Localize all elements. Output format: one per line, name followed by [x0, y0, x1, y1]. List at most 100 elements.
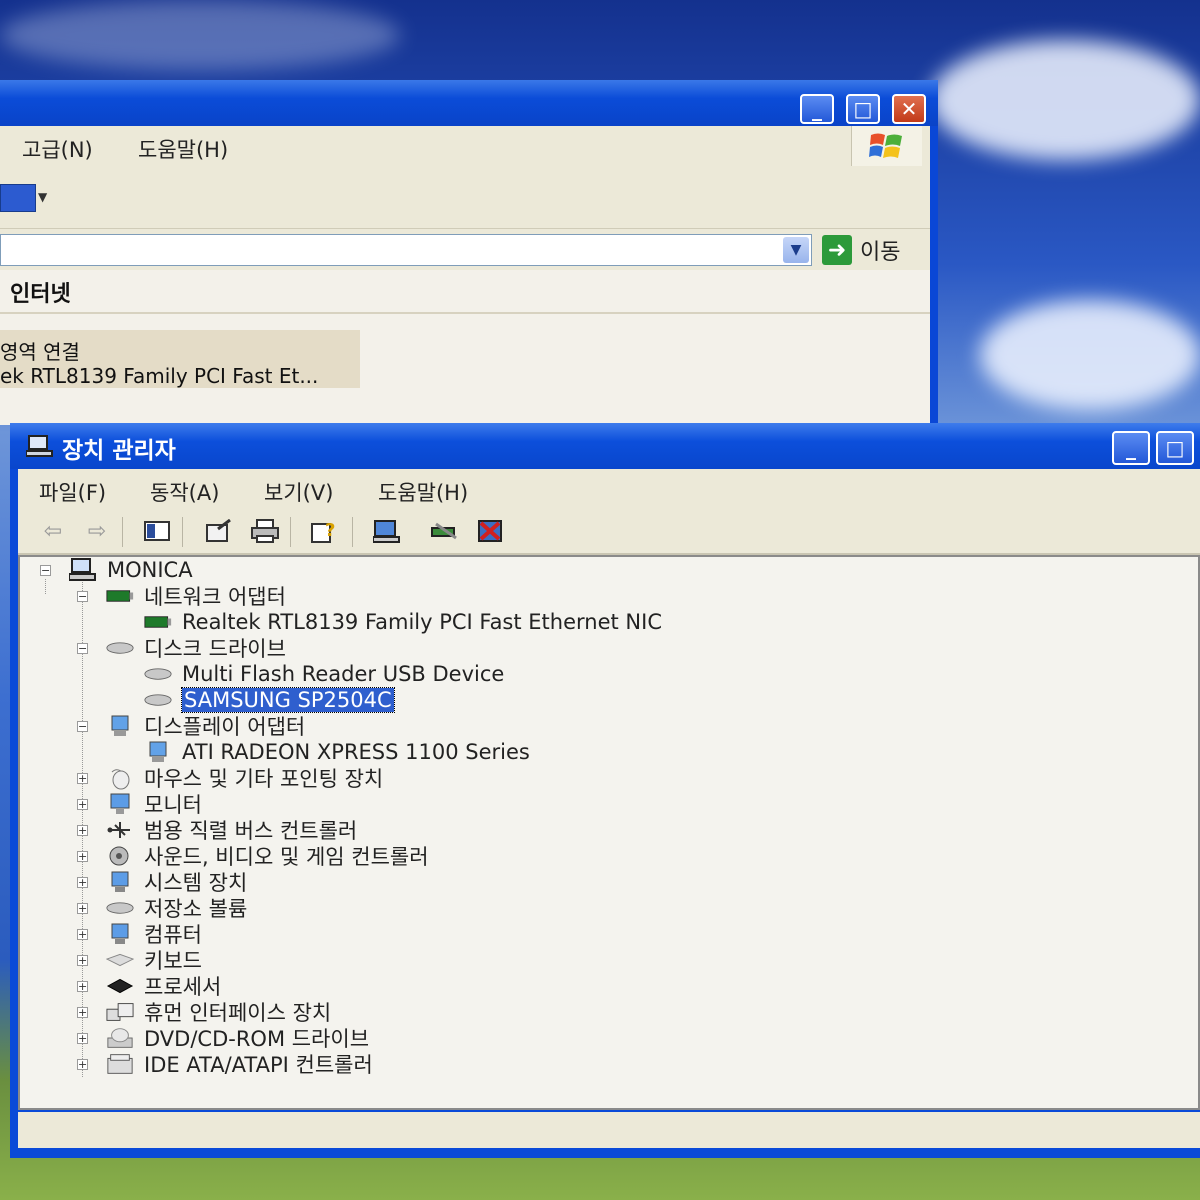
menu-file[interactable]: 파일(F)	[39, 477, 106, 507]
tree-node-processors[interactable]: + 프로세서	[77, 973, 221, 999]
update-driver-icon[interactable]	[430, 517, 460, 545]
tree-node-dvd-cdrom[interactable]: + DVD/CD-ROM 드라이브	[77, 1025, 369, 1051]
collapse-icon[interactable]: −	[77, 642, 88, 654]
svg-text:?: ?	[325, 520, 335, 541]
background-window-toolbar: ▼	[0, 166, 930, 228]
tree-node-sound[interactable]: + 사운드, 비디오 및 게임 컨트롤러	[77, 843, 429, 869]
address-input[interactable]: ▼	[0, 234, 812, 266]
collapse-icon[interactable]: −	[40, 564, 51, 576]
menu-view[interactable]: 보기(V)	[264, 477, 333, 507]
sound-icon	[106, 844, 134, 868]
views-dropdown-arrow-icon[interactable]: ▼	[38, 190, 47, 204]
tree-node-monitor[interactable]: + 모니터	[77, 791, 202, 817]
tree-label: ATI RADEON XPRESS 1100 Series	[182, 740, 530, 764]
tree-label: 네트워크 어댑터	[144, 585, 286, 609]
device-tree[interactable]: − MONICA − 네트워크 어댑터 Realtek RTL8139 Fami…	[18, 555, 1200, 1110]
tree-node-network-adapters[interactable]: − 네트워크 어댑터	[77, 583, 286, 609]
tree-node-disk-device-selected[interactable]: SAMSUNG SP2504C	[144, 687, 395, 713]
menu-help[interactable]: 도움말(H)	[138, 134, 228, 164]
connection-device: ek RTL8139 Family PCI Fast Et...	[0, 364, 319, 388]
tree-node-system-devices[interactable]: + 시스템 장치	[77, 869, 247, 895]
views-icon[interactable]	[0, 184, 36, 212]
collapse-icon[interactable]: −	[77, 720, 88, 732]
properties-icon[interactable]	[204, 517, 234, 545]
expand-icon[interactable]: +	[77, 928, 88, 940]
minimize-button[interactable]: _	[800, 94, 834, 124]
mouse-icon	[106, 766, 134, 790]
expand-icon[interactable]: +	[77, 902, 88, 914]
menu-action[interactable]: 동작(A)	[150, 477, 219, 507]
tree-node-display-adapters[interactable]: − 디스플레이 어댑터	[77, 713, 305, 739]
usb-icon	[106, 818, 134, 842]
scan-hardware-icon[interactable]	[372, 517, 402, 545]
expand-icon[interactable]: +	[77, 954, 88, 966]
collapse-icon[interactable]: −	[77, 590, 88, 602]
expand-icon[interactable]: +	[77, 1058, 88, 1070]
cloud	[980, 300, 1200, 410]
tree-node-display-device[interactable]: ATI RADEON XPRESS 1100 Series	[144, 739, 530, 765]
uninstall-icon[interactable]	[476, 517, 506, 545]
tree-node-hid[interactable]: + 휴먼 인터페이스 장치	[77, 999, 331, 1025]
windows-logo-icon	[851, 126, 922, 166]
device-manager-titlebar: 장치 관리자 _ □	[10, 423, 1200, 469]
tree-label: Realtek RTL8139 Family PCI Fast Ethernet…	[182, 610, 662, 634]
expand-icon[interactable]: +	[77, 980, 88, 992]
computer-icon	[69, 558, 97, 582]
device-manager-icon	[25, 434, 54, 462]
tree-node-usb-controllers[interactable]: + 범용 직렬 버스 컨트롤러	[77, 817, 357, 843]
window-title: 장치 관리자	[62, 438, 176, 464]
background-window: _ □ ✕ 고급(N) 도움말(H) ▼ ▼ ➜ 이동 인터넷 영역 연결 ek…	[0, 80, 938, 425]
tree-node-disk-device[interactable]: Multi Flash Reader USB Device	[144, 661, 504, 687]
expand-icon[interactable]: +	[77, 798, 88, 810]
maximize-button[interactable]: □	[846, 94, 880, 124]
toolbar-separator	[352, 517, 353, 547]
processor-icon	[106, 974, 134, 998]
back-icon[interactable]: ⇦	[38, 517, 68, 545]
background-window-menubar: 고급(N) 도움말(H)	[0, 126, 930, 167]
tree-node-root[interactable]: − MONICA	[40, 557, 193, 583]
ide-controller-icon	[106, 1052, 134, 1076]
expand-icon[interactable]: +	[77, 772, 88, 784]
tree-node-keyboard[interactable]: + 키보드	[77, 947, 202, 973]
disk-drive-icon	[144, 662, 172, 686]
tree-node-storage-volumes[interactable]: + 저장소 볼륨	[77, 895, 247, 921]
disk-drive-icon	[106, 636, 134, 660]
minimize-button[interactable]: _	[1112, 431, 1150, 465]
expand-icon[interactable]: +	[77, 876, 88, 888]
close-button[interactable]: ✕	[892, 94, 926, 124]
network-adapter-icon	[144, 610, 172, 634]
expand-icon[interactable]: +	[77, 1006, 88, 1018]
expand-icon[interactable]: +	[77, 1032, 88, 1044]
display-adapter-icon	[106, 714, 134, 738]
tree-node-disk-drives[interactable]: − 디스크 드라이브	[77, 635, 286, 661]
go-label: 이동	[860, 240, 901, 265]
show-hide-console-tree-icon[interactable]	[142, 517, 172, 545]
device-manager-window: 장치 관리자 _ □ 파일(F) 동작(A) 보기(V) 도움말(H) ⇦ ⇨ …	[10, 423, 1200, 1158]
tree-node-mouse[interactable]: + 마우스 및 기타 포인팅 장치	[77, 765, 383, 791]
print-icon[interactable]	[250, 517, 280, 545]
connection-name: 영역 연결	[0, 340, 80, 364]
toolbar-separator	[290, 517, 291, 547]
maximize-button[interactable]: □	[1156, 431, 1194, 465]
menu-advanced[interactable]: 고급(N)	[22, 134, 93, 164]
expand-icon[interactable]: +	[77, 824, 88, 836]
tree-label: Multi Flash Reader USB Device	[182, 662, 505, 686]
expand-icon[interactable]: +	[77, 850, 88, 862]
tree-label: 디스플레이 어댑터	[144, 715, 306, 739]
menu-help[interactable]: 도움말(H)	[378, 477, 468, 507]
tree-node-computer[interactable]: + 컴퓨터	[77, 921, 202, 947]
forward-icon[interactable]: ⇨	[82, 517, 112, 545]
tree-node-ide-controllers[interactable]: + IDE ATA/ATAPI 컨트롤러	[77, 1051, 373, 1077]
display-adapter-icon	[144, 740, 172, 764]
device-manager-menubar: 파일(F) 동작(A) 보기(V) 도움말(H)	[18, 469, 1200, 511]
help-icon[interactable]: ?	[310, 517, 340, 545]
go-button[interactable]: ➜ 이동	[822, 234, 900, 266]
disk-drive-icon	[144, 688, 172, 712]
address-dropdown-icon[interactable]: ▼	[783, 237, 809, 263]
computer-icon	[106, 922, 134, 946]
toolbar-separator	[182, 517, 183, 547]
background-window-titlebar: _ □ ✕	[0, 80, 938, 126]
section-heading: 인터넷	[10, 282, 71, 307]
divider	[0, 312, 930, 314]
tree-node-network-device[interactable]: Realtek RTL8139 Family PCI Fast Ethernet…	[144, 609, 662, 635]
